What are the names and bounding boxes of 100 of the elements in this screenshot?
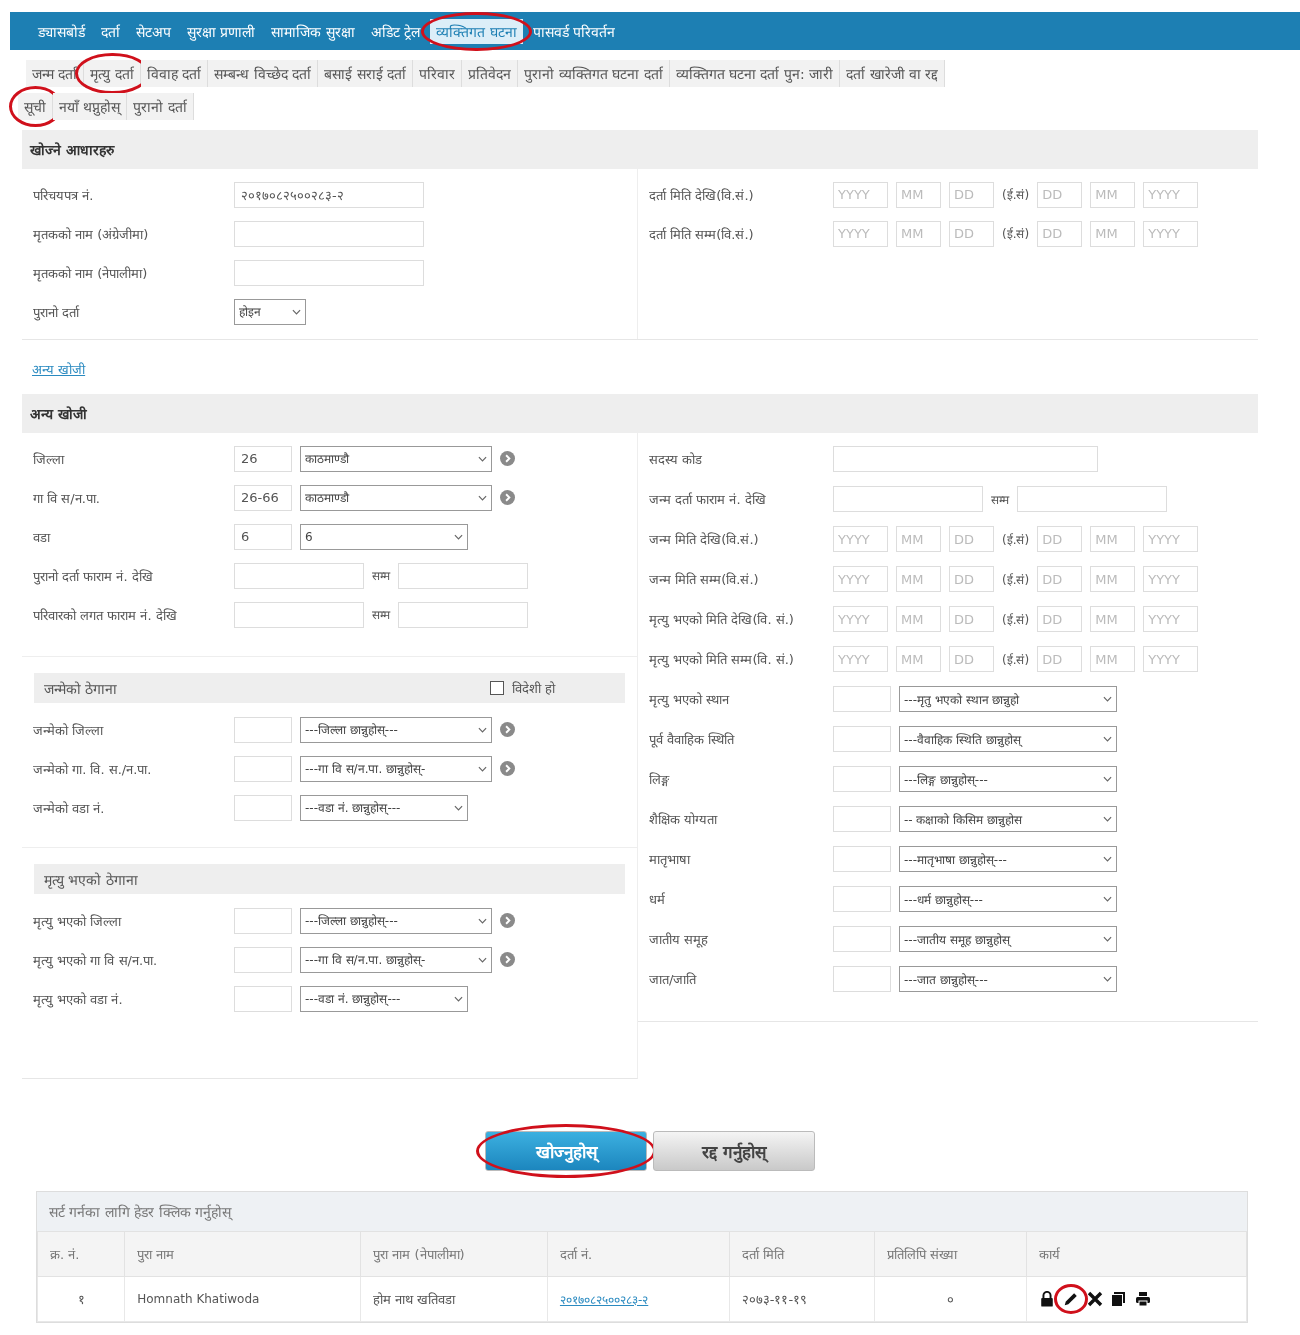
- column-header[interactable]: दर्ता नं.: [547, 1231, 730, 1277]
- dropdown[interactable]: ---जातीय समूह छान्नुहोस्: [899, 926, 1117, 952]
- date-field[interactable]: YYYY: [833, 566, 888, 592]
- subnav-link[interactable]: विवाह दर्ता: [140, 60, 209, 87]
- date-field[interactable]: DD: [1037, 606, 1083, 632]
- chevron-circle-icon[interactable]: [500, 490, 515, 505]
- date-field[interactable]: DD: [949, 526, 994, 552]
- code-field[interactable]: 26-66: [234, 484, 292, 511]
- date-field[interactable]: DD: [1037, 566, 1083, 592]
- column-header[interactable]: पुरा नाम (नेपालीमा): [360, 1231, 548, 1277]
- date-field[interactable]: MM: [1090, 526, 1136, 552]
- date-field[interactable]: MM: [896, 566, 941, 592]
- printer-icon[interactable]: [1135, 1291, 1152, 1307]
- code-field[interactable]: [234, 907, 292, 934]
- foreign-checkbox[interactable]: विदेशी हो: [489, 679, 555, 697]
- date-field[interactable]: YYYY: [833, 646, 888, 672]
- date-field[interactable]: DD: [1037, 526, 1083, 552]
- code-field[interactable]: [833, 966, 891, 992]
- code-field[interactable]: 26: [234, 445, 292, 472]
- dropdown[interactable]: ---जात छान्नुहोस्---: [899, 966, 1117, 992]
- date-field[interactable]: DD: [1037, 220, 1083, 247]
- subnav-link[interactable]: मृत्यु दर्ता: [84, 60, 141, 87]
- date-field[interactable]: YYYY: [833, 181, 888, 208]
- code-field[interactable]: [234, 946, 292, 973]
- dropdown[interactable]: 6: [300, 523, 468, 550]
- date-field[interactable]: MM: [896, 181, 941, 208]
- chevron-circle-icon[interactable]: [500, 451, 515, 466]
- code-field[interactable]: [833, 726, 891, 752]
- date-field[interactable]: MM: [1090, 220, 1136, 247]
- dropdown[interactable]: ---मृतु भएको स्थान छान्नुहो: [899, 686, 1117, 712]
- code-field[interactable]: [833, 806, 891, 832]
- lock-icon[interactable]: [1039, 1291, 1056, 1307]
- text-field[interactable]: [234, 220, 424, 247]
- nav-item[interactable]: व्यक्तिगत घटना: [430, 18, 523, 44]
- nav-item[interactable]: अडिट ट्रेल: [364, 18, 427, 44]
- date-field[interactable]: YYYY: [1143, 220, 1199, 247]
- nav-item[interactable]: पासवर्ड परिवर्तन: [526, 18, 622, 44]
- column-header[interactable]: प्रतिलिपि संख्या: [874, 1231, 1027, 1277]
- registration-link[interactable]: २०१७०८२५००२८३-२: [559, 1292, 649, 1307]
- code-field[interactable]: [234, 985, 292, 1012]
- code-field[interactable]: [234, 716, 292, 743]
- code-field[interactable]: [234, 794, 292, 821]
- date-field[interactable]: DD: [949, 220, 994, 247]
- subnav-link[interactable]: सूची: [18, 93, 53, 120]
- subnav-link[interactable]: परिवार: [413, 60, 463, 87]
- nav-item[interactable]: दर्ता: [95, 18, 126, 44]
- nav-item[interactable]: सुरक्षा प्रणाली: [181, 18, 262, 44]
- from-field[interactable]: [234, 562, 364, 589]
- code-field[interactable]: [234, 755, 292, 782]
- nav-item[interactable]: ड्यासबोर्ड: [32, 18, 91, 44]
- column-header[interactable]: पुरा नाम: [124, 1231, 361, 1277]
- subnav-link[interactable]: पुरानो व्यक्तिगत घटना दर्ता: [518, 60, 670, 87]
- code-field[interactable]: [833, 686, 891, 712]
- text-field[interactable]: २०१७०८२५००२८३-२: [234, 181, 424, 208]
- dropdown[interactable]: काठमाण्डौ: [300, 445, 492, 472]
- date-field[interactable]: DD: [1037, 646, 1083, 672]
- copy-icon[interactable]: [1111, 1291, 1128, 1307]
- subnav-link[interactable]: व्यक्तिगत घटना दर्ता पुन: जारी: [669, 60, 841, 87]
- text-field[interactable]: [234, 259, 424, 286]
- dropdown[interactable]: -- कक्षाको किसिम छान्नुहोस: [899, 806, 1117, 832]
- date-field[interactable]: DD: [949, 181, 994, 208]
- chevron-circle-icon[interactable]: [500, 761, 515, 776]
- date-field[interactable]: YYYY: [1143, 566, 1199, 592]
- code-field[interactable]: [833, 766, 891, 792]
- from-field[interactable]: [833, 486, 983, 512]
- code-field[interactable]: [833, 926, 891, 952]
- subnav-link[interactable]: दर्ता खारेजी वा रद्द: [840, 60, 946, 87]
- column-header[interactable]: क्र. नं.: [37, 1231, 125, 1277]
- date-field[interactable]: DD: [1037, 181, 1083, 208]
- chevron-circle-icon[interactable]: [500, 722, 515, 737]
- chevron-circle-icon[interactable]: [500, 952, 515, 967]
- dropdown[interactable]: होइन: [234, 298, 306, 325]
- to-field[interactable]: [398, 601, 528, 628]
- dropdown[interactable]: ---जिल्ला छान्नुहोस्---: [300, 716, 492, 743]
- subnav-link[interactable]: प्रतिवेदन: [462, 60, 519, 87]
- column-header[interactable]: कार्य: [1026, 1231, 1247, 1277]
- subnav-link[interactable]: बसाई सराई दर्ता: [318, 60, 414, 87]
- chevron-circle-icon[interactable]: [500, 913, 515, 928]
- date-field[interactable]: YYYY: [1143, 526, 1199, 552]
- date-field[interactable]: YYYY: [1143, 606, 1199, 632]
- dropdown[interactable]: ---लिङ्ग छान्नुहोस्---: [899, 766, 1117, 792]
- dropdown[interactable]: काठमाण्डौ: [300, 484, 492, 511]
- from-field[interactable]: [234, 601, 364, 628]
- dropdown[interactable]: ---जिल्ला छान्नुहोस्---: [300, 907, 492, 934]
- dropdown[interactable]: ---गा वि स/न.पा. छान्नुहोस्-: [300, 946, 492, 973]
- date-field[interactable]: MM: [896, 220, 941, 247]
- cancel-button[interactable]: रद्द गर्नुहोस्: [653, 1131, 815, 1171]
- date-field[interactable]: YYYY: [833, 606, 888, 632]
- date-field[interactable]: MM: [1090, 181, 1136, 208]
- date-field[interactable]: MM: [1090, 606, 1136, 632]
- dropdown[interactable]: ---वडा नं. छान्नुहोस्---: [300, 794, 468, 821]
- date-field[interactable]: MM: [896, 606, 941, 632]
- date-field[interactable]: YYYY: [1143, 181, 1199, 208]
- dropdown[interactable]: ---धर्म छान्नुहोस्---: [899, 886, 1117, 912]
- code-field[interactable]: 6: [234, 523, 292, 550]
- to-field[interactable]: [1017, 486, 1167, 512]
- subnav-link[interactable]: पुरानो दर्ता: [127, 93, 194, 120]
- date-field[interactable]: MM: [1090, 566, 1136, 592]
- to-field[interactable]: [398, 562, 528, 589]
- date-field[interactable]: YYYY: [833, 526, 888, 552]
